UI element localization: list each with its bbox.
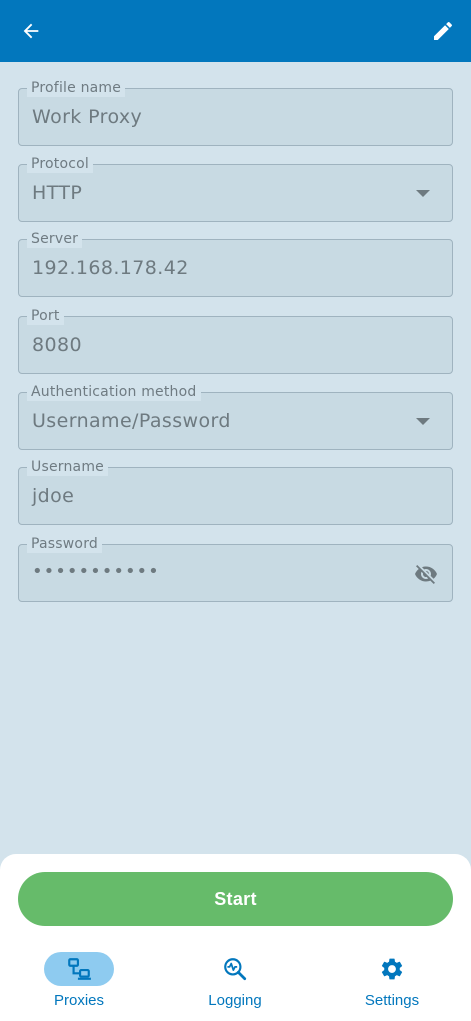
nav-item-proxies[interactable]: Proxies	[19, 952, 139, 1012]
start-button[interactable]: Start	[18, 872, 453, 926]
gear-icon	[381, 958, 403, 980]
pencil-icon	[434, 21, 453, 40]
field-value: jdoe	[32, 485, 75, 507]
bottom-panel: Start Proxies Logging Settings	[0, 854, 471, 1021]
username-field[interactable]: Username jdoe	[18, 458, 453, 525]
field-label: Port	[27, 307, 64, 325]
authentication-method-select[interactable]: Authentication method Username/Password	[18, 383, 453, 450]
arrow-back-icon	[23, 23, 39, 39]
protocol-select[interactable]: Protocol HTTP	[18, 155, 453, 222]
nav-label: Logging	[208, 992, 262, 1009]
field-label: Authentication method	[27, 383, 201, 401]
edit-button[interactable]	[425, 13, 461, 49]
back-button[interactable]	[13, 13, 49, 49]
visibility-off-icon[interactable]	[414, 562, 438, 586]
port-field[interactable]: Port 8080	[18, 307, 453, 374]
field-label: Protocol	[27, 155, 94, 173]
logging-icon	[224, 958, 247, 981]
nav-label: Settings	[364, 992, 420, 1009]
field-label: Username	[27, 458, 108, 476]
password-field[interactable]: Password •••••••••••	[18, 535, 453, 602]
dropdown-arrow-icon	[416, 190, 430, 197]
profile-name-field[interactable]: Profile name Work Proxy	[18, 79, 453, 146]
app-bar	[0, 0, 471, 62]
field-label: Profile name	[27, 79, 126, 97]
dropdown-arrow-icon	[416, 418, 430, 425]
server-field[interactable]: Server 192.168.178.42	[18, 230, 453, 297]
field-value: Work Proxy	[32, 106, 143, 128]
nav-indicator	[200, 952, 270, 986]
proxies-icon	[68, 958, 91, 980]
nav-item-logging[interactable]: Logging	[175, 952, 295, 1012]
nav-indicator	[357, 952, 427, 986]
nav-indicator	[44, 952, 114, 986]
field-value: •••••••••••	[32, 561, 160, 582]
field-value: 192.168.178.42	[32, 257, 189, 279]
nav-label: Proxies	[53, 992, 105, 1009]
field-value: 8080	[32, 334, 82, 356]
field-value: HTTP	[32, 182, 83, 204]
nav-item-settings[interactable]: Settings	[332, 952, 452, 1012]
field-label: Password	[27, 535, 102, 553]
field-label: Server	[27, 230, 83, 248]
field-value: Username/Password	[32, 410, 231, 432]
